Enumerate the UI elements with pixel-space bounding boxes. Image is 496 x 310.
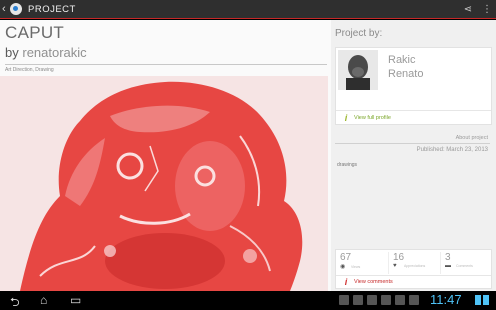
author-link[interactable]: renatorakic [22, 45, 86, 60]
comments-label: Comments [456, 264, 473, 268]
appreciations-stat: 16 ♥ Appreciations [388, 252, 438, 274]
appreciations-label: Appreciations [404, 264, 426, 268]
mail-notification-icon [409, 295, 419, 305]
project-panel: CAPUT by renatorakic Art Direction, Draw… [0, 20, 331, 291]
screenshot-notification-icon [367, 295, 377, 305]
artwork-drawing [0, 76, 328, 291]
owner-first-name: Rakic [388, 54, 416, 66]
chat-notification-icon [395, 295, 405, 305]
message-notification-icon [381, 295, 391, 305]
clock[interactable]: 11:47 [430, 292, 462, 307]
app-logo-icon[interactable] [10, 3, 22, 15]
view-comments-link[interactable]: i View comments [336, 275, 491, 288]
wifi-icon [475, 295, 481, 305]
avatar-portrait [338, 50, 378, 90]
project-artwork-image[interactable] [0, 76, 328, 291]
content-area: CAPUT by renatorakic Art Direction, Draw… [0, 20, 496, 291]
stats-card: 67 ◉ Views 16 ♥ Appreciations 3 ▬ Commen… [335, 249, 492, 289]
back-caret-icon[interactable]: ‹ [2, 0, 10, 19]
comment-icon: ▬ [445, 263, 451, 269]
divider [335, 143, 490, 144]
heart-icon: ♥ [393, 263, 397, 269]
info-panel: Project by: Rakic Renato i View full pro… [333, 20, 496, 291]
info-icon: i [344, 277, 348, 287]
action-icons: ⋖ ⋮ [464, 0, 492, 19]
views-stat: 67 ◉ Views [336, 252, 386, 274]
byline: by renatorakic [5, 45, 87, 60]
project-by-heading: Project by: [335, 28, 383, 39]
project-tags[interactable]: drawings [337, 162, 357, 168]
published-date: Published: March 23, 2013 [416, 147, 488, 153]
system-status-icons[interactable] [475, 295, 489, 305]
download-notification-icon [353, 295, 363, 305]
views-count: 67 [340, 252, 352, 263]
notification-icons[interactable] [339, 295, 419, 305]
recents-nav-icon[interactable]: ▭ [70, 293, 81, 307]
project-title: CAPUT [5, 23, 65, 42]
screen-title: PROJECT [28, 3, 76, 15]
overflow-menu-icon[interactable]: ⋮ [482, 4, 492, 15]
profile-card[interactable]: Rakic Renato i View full profile [335, 47, 492, 125]
info-icon: i [344, 112, 348, 123]
avatar[interactable] [338, 50, 378, 90]
divider [5, 64, 327, 65]
gallery-notification-icon [339, 295, 349, 305]
comments-stat: 3 ▬ Comments [440, 252, 490, 274]
view-profile-label: View full profile [354, 114, 391, 121]
home-nav-icon[interactable]: ⌂ [40, 293, 47, 307]
back-nav-icon[interactable]: ⮌ [10, 293, 20, 310]
owner-last-name: Renato [388, 68, 424, 80]
share-icon[interactable]: ⋖ [464, 4, 472, 15]
appreciations-count: 16 [393, 252, 405, 263]
views-label: Views [351, 264, 361, 269]
view-profile-link[interactable]: i View full profile [336, 110, 491, 124]
eye-icon: ◉ [340, 264, 346, 270]
action-bar: ‹ PROJECT ⋖ ⋮ [0, 0, 496, 19]
by-label: by [5, 45, 19, 60]
comments-count: 3 [445, 252, 451, 263]
battery-icon [483, 295, 489, 305]
project-fields: Art Direction, Drawing [5, 67, 54, 73]
system-nav-bar: ⮌ ⌂ ▭ 11:47 [0, 291, 496, 310]
about-project-heading: About project [455, 135, 488, 141]
view-comments-label: View comments [354, 279, 393, 285]
